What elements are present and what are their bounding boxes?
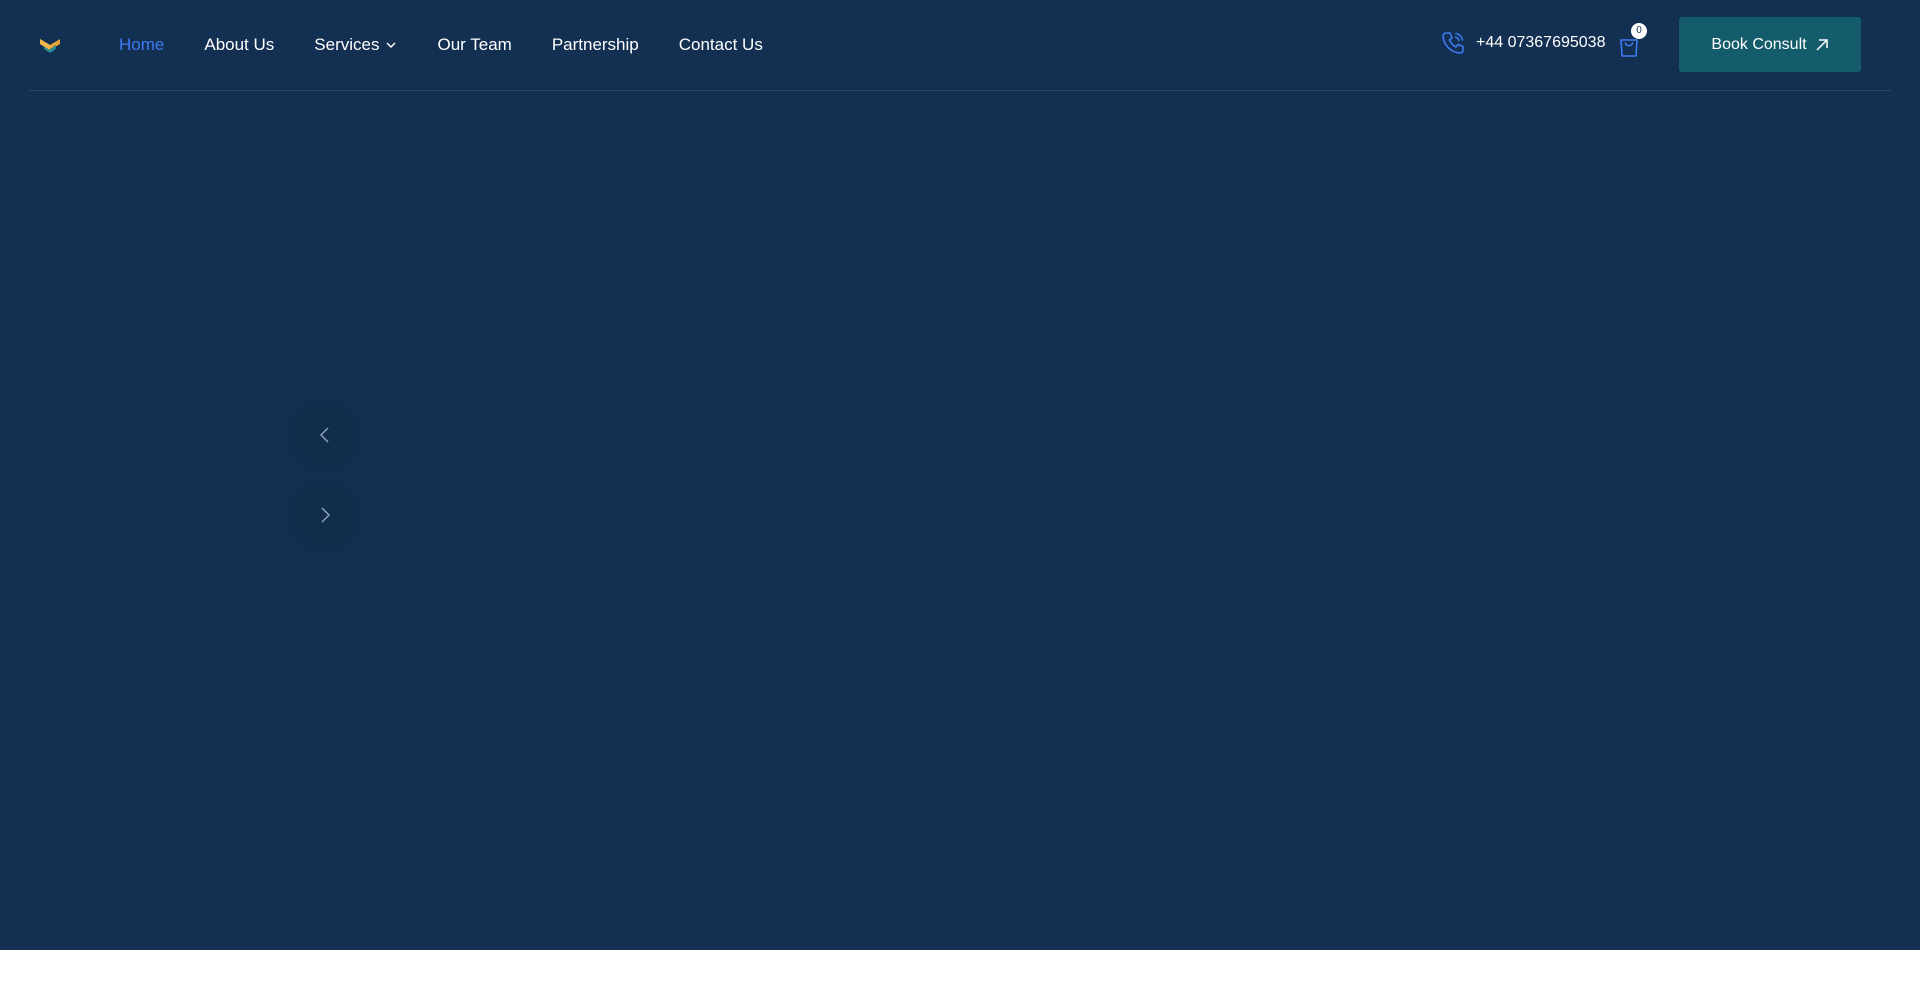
nav-our-team-label: Our Team: [437, 35, 512, 54]
nav-contact-us-label: Contact Us: [678, 35, 763, 54]
nav-home-label: Home: [119, 35, 165, 54]
phone-number: +44 07367695038: [1476, 34, 1606, 51]
chevron-left-icon: [319, 427, 329, 443]
arrow-up-right-icon: [1816, 38, 1828, 51]
chevron-right-icon: [321, 507, 331, 523]
cart-count-badge: 0: [1631, 23, 1647, 39]
nav-home[interactable]: Home: [119, 33, 164, 57]
nav-our-team[interactable]: Our Team: [437, 33, 511, 57]
chevron-down-icon: [386, 42, 397, 49]
nav-contact-us[interactable]: Contact Us: [679, 33, 763, 57]
navbar: Home About Us Services Our Team Partners…: [29, 0, 1891, 91]
book-consult-label: Book Consult: [1711, 35, 1807, 53]
nav-partnership[interactable]: Partnership: [552, 33, 639, 57]
nav-services-label: Services: [314, 35, 380, 54]
nav-services[interactable]: Services: [314, 33, 397, 57]
slider-next-button[interactable]: [293, 483, 357, 547]
slider-prev-button[interactable]: [293, 403, 357, 467]
nav-about-us[interactable]: About Us: [204, 33, 274, 57]
book-consult-button[interactable]: Book Consult: [1679, 17, 1861, 72]
nav-partnership-label: Partnership: [551, 35, 639, 54]
nav-about-us-label: About Us: [204, 35, 275, 54]
main-nav: Home About Us Services Our Team Partners…: [119, 33, 803, 57]
logo-icon[interactable]: [39, 33, 61, 55]
phone-icon: [1442, 32, 1464, 54]
phone-contact[interactable]: +44 07367695038: [1439, 29, 1605, 57]
hero-section: Home About Us Services Our Team Partners…: [0, 0, 1920, 950]
